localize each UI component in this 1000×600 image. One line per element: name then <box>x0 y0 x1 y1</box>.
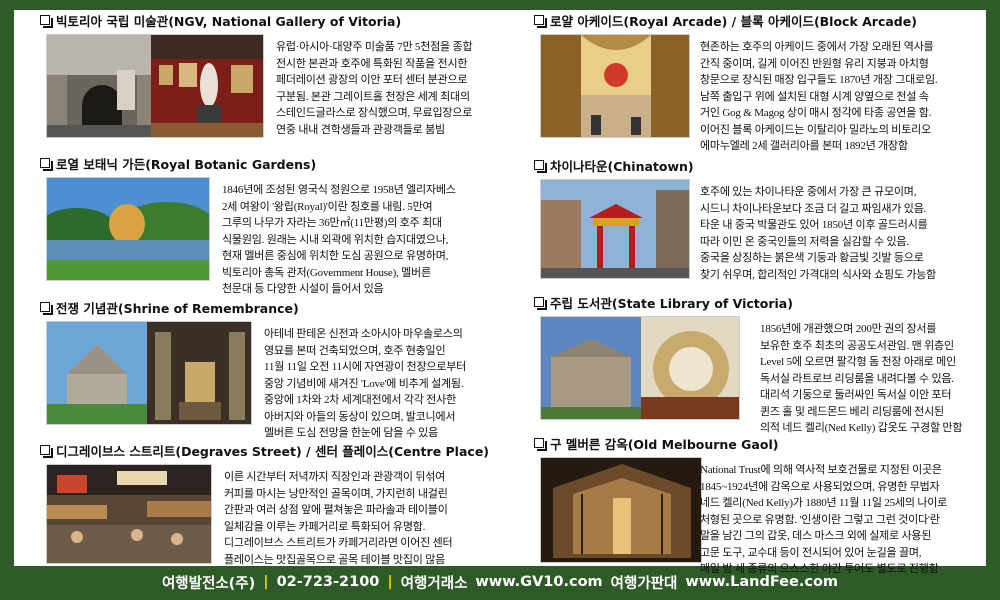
company-name: 여행발전소(주) <box>161 575 256 592</box>
desc-line: 천문대 등 다양한 시설이 들어서 있음 <box>222 283 384 295</box>
desc-line: 그루의 나무가 자라는 36만㎡(11만평)의 호주 최대 <box>222 217 442 229</box>
desc-line: 아버지와 아들의 동상이 있으며, 발코니에서 <box>264 410 456 423</box>
market-name: 여행거래소 <box>400 575 468 592</box>
desc-line: 일체감을 이루는 카페거리로 특화되어 유명함. <box>224 520 426 533</box>
desc-line: 남쪽 출입구 위에 설치된 대형 시계 양옆으로 전설 속 <box>700 90 929 103</box>
degraves-street-photo <box>46 464 212 564</box>
desc-line: 페더레이션 광장의 이안 포터 센터 분관으로 <box>276 74 468 86</box>
desc-line: 중앙에 1차와 2차 세계대전에서 각각 전사한 <box>264 394 456 406</box>
section-description: 1846년에 조성된 영국식 정원으로 1958년 엘리자베스 2세 여왕이 '… <box>222 182 456 298</box>
desc-line: 이른 시간부터 저녁까지 직장인과 관광객이 뒤섞여 <box>224 471 446 483</box>
desc-line: 에마누엘레 2세 갤러리아를 본떠 1892년 개장함 <box>700 140 908 152</box>
desc-line: 빅토리아 총독 관저(Government House), 멜버른 <box>222 266 431 279</box>
desc-line: 아테네 판테온 신전과 소아시아 마우솔로스의 <box>264 328 463 340</box>
board-name: 여행가판대 <box>610 575 678 592</box>
desc-line: 고문 도구, 교수대 등이 전시되어 있어 눈길을 끌며, <box>700 546 922 559</box>
desc-line: 창문으로 장식된 매장 입구들도 1870년 개장 그대로임. <box>700 74 938 86</box>
section-title: 로얄 아케이드(Royal Arcade) / 블록 아케이드(Block Ar… <box>550 13 917 29</box>
botanic-garden-photo <box>46 177 210 281</box>
old-gaol-photo <box>540 457 702 563</box>
desc-line: 거인 Gog & Magog 상이 매시 정각에 타종 공연을 함. <box>700 107 932 119</box>
desc-line: 찾기 쉬우며, 합리적인 가격대의 식사와 쇼핑도 가능함 <box>700 268 937 281</box>
checkbox-bullet-icon <box>534 297 547 310</box>
section-title: 전쟁 기념관(Shrine of Remembrance) <box>56 300 299 316</box>
desc-line: 보유한 호주 최초의 공공도서관임. 맨 위층인 <box>760 339 954 352</box>
footer-separator: | <box>263 574 269 590</box>
desc-line: 1845~1924년에 감옥으로 사용되었으며, 유명한 무법자 <box>700 480 940 493</box>
desc-line: 중국을 상징하는 붉은색 기둥과 황금빛 깃발 등으로 <box>700 252 924 264</box>
desc-line: 간판과 여러 상점 앞에 펼쳐놓은 파라솔과 테이블이 <box>224 504 448 516</box>
desc-line: 식물원임. 원래는 시내 외곽에 위치한 습지대였으나, <box>222 233 449 246</box>
section-title: 로열 보태닉 가든(Royal Botanic Gardens) <box>56 156 317 172</box>
website-link-landfee[interactable]: www.LandFee.com <box>685 574 838 590</box>
desc-line: 중앙 기념비에 새겨진 'Love'에 비추게 설계됨. <box>264 377 464 390</box>
section-title: 빅토리아 국립 미술관(NGV, National Gallery of Vit… <box>56 13 402 29</box>
checkbox-bullet-icon <box>40 158 53 171</box>
desc-line: 의적 네드 켈리(Ned Kelly) 갑옷도 구경할 만함 <box>760 422 963 434</box>
chinatown-photo <box>540 179 690 279</box>
checkbox-bullet-icon <box>534 15 547 28</box>
section-title: 차이나타운(Chinatown) <box>550 158 694 174</box>
footer-separator: | <box>387 574 393 590</box>
desc-line: 말을 남긴 그의 갑옷, 데스 마스크 외에 실제로 사용된 <box>700 530 932 542</box>
desc-line: 연중 내내 견학생들과 관광객들로 붐빔 <box>276 123 445 136</box>
checkbox-bullet-icon <box>40 445 53 458</box>
website-link-gv10[interactable]: www.GV10.com <box>475 574 602 590</box>
royal-arcade-photo <box>540 34 690 138</box>
desc-line: 유럽·아시아·대양주 미술품 7만 5천점을 종합 <box>276 41 473 53</box>
desc-line: 시드니 차이나타운보다 조금 더 길고 짜임새가 있음. <box>700 202 927 215</box>
checkbox-bullet-icon <box>40 15 53 28</box>
section-description: National Trust에 의해 역사적 보호건물로 지정된 이곳은 184… <box>700 462 947 578</box>
desc-line: 커피를 마시는 낭만적인 골목이며, 가지런히 내걸린 <box>224 487 448 500</box>
checkbox-bullet-icon <box>534 160 547 173</box>
footer-bar: 여행발전소(주) | 02-723-2100 | 여행거래소 www.GV10.… <box>0 568 1000 596</box>
desc-line: 처형된 곳으로 유명함. '인생이란 그렇고 그런 것이다'란 <box>700 513 940 526</box>
desc-line: 이어진 블록 아케이드는 이탈리아 밀라노의 비토리오 <box>700 123 931 136</box>
desc-line: National Trust에 의해 역사적 보호건물로 지정된 이곳은 <box>700 464 942 476</box>
desc-line: 전시한 본관과 호주에 특화된 작품을 전시한 <box>276 57 468 70</box>
section-description: 호주에 있는 차이나타운 중에서 가장 큰 규모이며, 시드니 차이나타운보다 … <box>700 184 936 283</box>
desc-line: 호주에 있는 차이나타운 중에서 가장 큰 규모이며, <box>700 186 917 198</box>
ngv-gallery-photo <box>46 34 264 138</box>
desc-line: 2세 여왕이 '왕립(Royal)'이란 칭호를 내림. 5만여 <box>222 200 433 213</box>
desc-line: 구분됨. 본관 그레이트홀 천장은 세계 최대의 <box>276 90 470 103</box>
desc-line: 타운 내 중국 박물관도 있어 1850년 이후 골드러시를 <box>700 219 928 231</box>
shrine-photo <box>46 321 252 425</box>
page-frame: 빅토리아 국립 미술관(NGV, National Gallery of Vit… <box>0 0 1000 600</box>
desc-line: 플레이스는 맛집골목으로 골목 테이블 맛집이 많음 <box>224 553 446 566</box>
desc-line: 영묘를 본떠 건축되었으며, 호주 현충일인 <box>264 344 446 357</box>
section-description: 유럽·아시아·대양주 미술품 7만 5천점을 종합 전시한 본관과 호주에 특화… <box>276 39 473 138</box>
desc-line: 현재 멜버른 중심에 위치한 도심 공원으로 유명하며, <box>222 250 449 262</box>
desc-line: 대리석 기둥으로 둘러싸인 독서실 이안 포터 <box>760 389 952 401</box>
desc-line: 11월 11일 오전 11시에 자연광이 천장으로부터 <box>264 361 467 373</box>
section-description: 현존하는 호주의 아케이드 중에서 가장 오래된 역사를 간직 중이며, 길게 … <box>700 39 938 155</box>
state-library-photo <box>540 316 740 420</box>
section-description: 1856년에 개관했으며 200만 권의 장서를 보유한 호주 최초의 공공도서… <box>760 321 962 437</box>
section-description: 이른 시간부터 저녁까지 직장인과 관광객이 뒤섞여 커피를 마시는 낭만적인 … <box>224 469 453 568</box>
section-title: 구 멜버른 감옥(Old Melbourne Gaol) <box>550 436 779 452</box>
desc-line: 따라 이민 온 중국인들의 저력을 실감할 수 있음. <box>700 235 909 248</box>
desc-line: 퀸즈 홀 및 레드몬드 베리 리딩룸에 전시된 <box>760 405 944 418</box>
desc-line: Level 5에 오르면 팔각형 돔 천장 아래로 메인 <box>760 356 956 368</box>
desc-line: 1846년에 조성된 영국식 정원으로 1958년 엘리자베스 <box>222 184 456 196</box>
desc-line: 디그레이브스 스트리트가 카페거리라면 이어진 센터 <box>224 537 453 549</box>
desc-line: 네드 켈리(Ned Kelly)가 1880년 11월 11일 25세의 나이로 <box>700 497 948 509</box>
section-title: 디그레이브스 스트리트(Degraves Street) / 센터 플레이스(C… <box>56 443 490 459</box>
desc-line: 스테인드글라스로 장식했으며, 무료입장으로 <box>276 107 473 119</box>
checkbox-bullet-icon <box>40 302 53 315</box>
section-description: 아테네 판테온 신전과 소아시아 마우솔로스의 영묘를 본떠 건축되었으며, 호… <box>264 326 466 442</box>
section-title: 주립 도서관(State Library of Victoria) <box>550 295 793 311</box>
checkbox-bullet-icon <box>534 438 547 451</box>
desc-line: 현존하는 호주의 아케이드 중에서 가장 오래된 역사를 <box>700 41 934 53</box>
desc-line: 간직 중이며, 길게 이어진 반원형 유리 지붕과 아치형 <box>700 57 929 70</box>
desc-line: 독서실 라트로브 리딩룸을 내려다볼 수 있음. <box>760 372 954 385</box>
desc-line: 1856년에 개관했으며 200만 권의 장서를 <box>760 323 937 335</box>
phone-number: 02-723-2100 <box>276 574 380 590</box>
content-paper: 빅토리아 국립 미술관(NGV, National Gallery of Vit… <box>14 10 986 575</box>
